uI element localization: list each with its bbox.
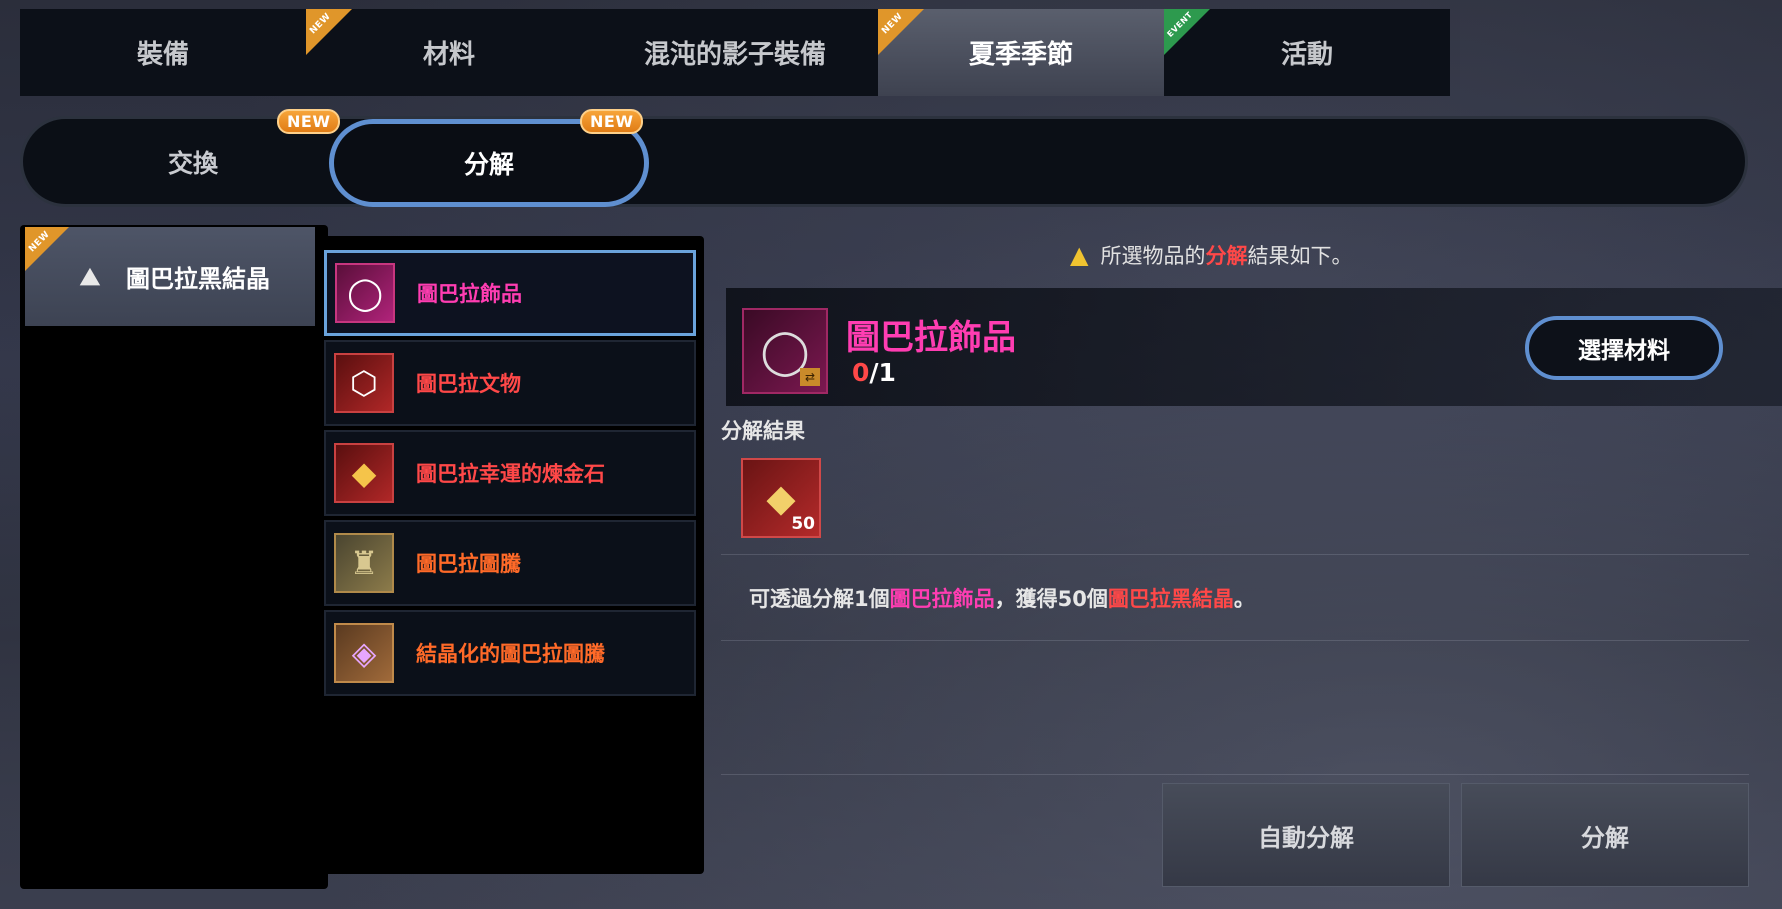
crystal-totem-icon: ◈ xyxy=(334,623,394,683)
tab-materials[interactable]: NEW 材料 xyxy=(306,9,592,96)
item-name: 結晶化的圖巴拉圖騰 xyxy=(416,642,605,666)
category-label: 圖巴拉黑結晶 xyxy=(126,265,270,293)
result-quantity: 50 xyxy=(791,514,815,534)
exchange-tag-icon: ⇄ xyxy=(800,368,820,386)
relic-icon: ⬡ xyxy=(334,353,394,413)
tab-label: 材料 xyxy=(422,40,475,70)
tab-label: 活動 xyxy=(1280,40,1333,70)
owned-count: 0 xyxy=(852,358,870,387)
divider xyxy=(721,774,1749,775)
new-badge: NEW xyxy=(580,109,644,134)
auto-decompose-button[interactable]: 自動分解 xyxy=(1162,783,1450,887)
list-item-tubara-accessory[interactable]: ◯ 圖巴拉飾品 xyxy=(324,250,696,336)
category-panel: NEW ⛰ 圖巴拉黑結晶 xyxy=(20,225,328,889)
desc-item: 圖巴拉飾品 xyxy=(889,587,995,611)
ring-icon: ◯ xyxy=(335,263,395,323)
tab-summer-season[interactable]: NEW 夏季季節 xyxy=(878,9,1164,96)
item-list-panel: ◯ 圖巴拉飾品 ⬡ 圖巴拉文物 ◆ 圖巴拉幸運的煉金石 ♜ 圖巴拉圖騰 ◈ 結晶… xyxy=(316,236,704,874)
required-count: /1 xyxy=(869,358,896,387)
desc-text: 。 xyxy=(1233,587,1255,611)
choose-material-button[interactable]: 選擇材料 xyxy=(1525,316,1723,380)
result-label: 分解結果 xyxy=(721,419,805,443)
selected-item-ring-icon[interactable]: ◯ ⇄ xyxy=(742,308,828,394)
crystal-icon: ⛰ xyxy=(79,262,101,291)
list-item-tubara-totem[interactable]: ♜ 圖巴拉圖騰 xyxy=(324,520,696,606)
tab-event[interactable]: EVENT 活動 xyxy=(1164,9,1450,96)
tab-chaos-shadow-equipment[interactable]: 混沌的影子裝備 xyxy=(592,9,878,96)
result-crystal-icon[interactable]: ◆ 50 xyxy=(741,458,821,538)
category-item-tubara-black-crystal[interactable]: NEW ⛰ 圖巴拉黑結晶 xyxy=(25,227,315,326)
selected-item-count: 0/1 xyxy=(852,358,896,387)
desc-reward: 圖巴拉黑結晶 xyxy=(1107,587,1234,611)
alchemy-stone-icon: ◆ xyxy=(334,443,394,503)
tab-label: 裝備 xyxy=(136,40,189,70)
top-tab-bar: 裝備 NEW 材料 混沌的影子裝備 NEW 夏季季節 EVENT 活動 xyxy=(20,9,1450,96)
item-name: 圖巴拉文物 xyxy=(416,372,521,396)
item-name: 圖巴拉飾品 xyxy=(417,282,522,306)
item-name: 圖巴拉幸運的煉金石 xyxy=(416,462,605,486)
new-badge: NEW xyxy=(277,109,341,134)
notice-suffix: 結果如下。 xyxy=(1247,244,1353,268)
totem-icon: ♜ xyxy=(334,533,394,593)
decompose-button[interactable]: 分解 xyxy=(1461,783,1749,887)
tab-equipment[interactable]: 裝備 xyxy=(20,9,306,96)
notice-highlight: 分解 xyxy=(1205,244,1248,268)
item-name: 圖巴拉圖騰 xyxy=(416,552,521,576)
result-description: 可透過分解1個圖巴拉飾品，獲得50個圖巴拉黑結晶。 xyxy=(749,583,1255,613)
warning-icon: ▲ xyxy=(1070,241,1089,269)
selected-item-name: 圖巴拉飾品 xyxy=(846,318,1016,358)
list-item-tubara-relic[interactable]: ⬡ 圖巴拉文物 xyxy=(324,340,696,426)
notice-prefix: 所選物品的 xyxy=(1100,244,1206,268)
divider xyxy=(721,640,1749,641)
tab-label: 交換 xyxy=(167,148,218,178)
divider xyxy=(721,554,1749,555)
tab-label: 分解 xyxy=(463,150,514,179)
tab-label: 混沌的影子裝備 xyxy=(643,40,826,70)
decompose-notice: ▲ 所選物品的 分解 結果如下。 xyxy=(1070,240,1352,270)
list-item-tubara-alchemy-stone[interactable]: ◆ 圖巴拉幸運的煉金石 xyxy=(324,430,696,516)
desc-text: ，獲得50個 xyxy=(994,587,1108,611)
desc-text: 可透過分解1個 xyxy=(749,587,890,611)
list-item-crystallized-tubara-totem[interactable]: ◈ 結晶化的圖巴拉圖騰 xyxy=(324,610,696,696)
tab-label: 夏季季節 xyxy=(968,40,1073,70)
